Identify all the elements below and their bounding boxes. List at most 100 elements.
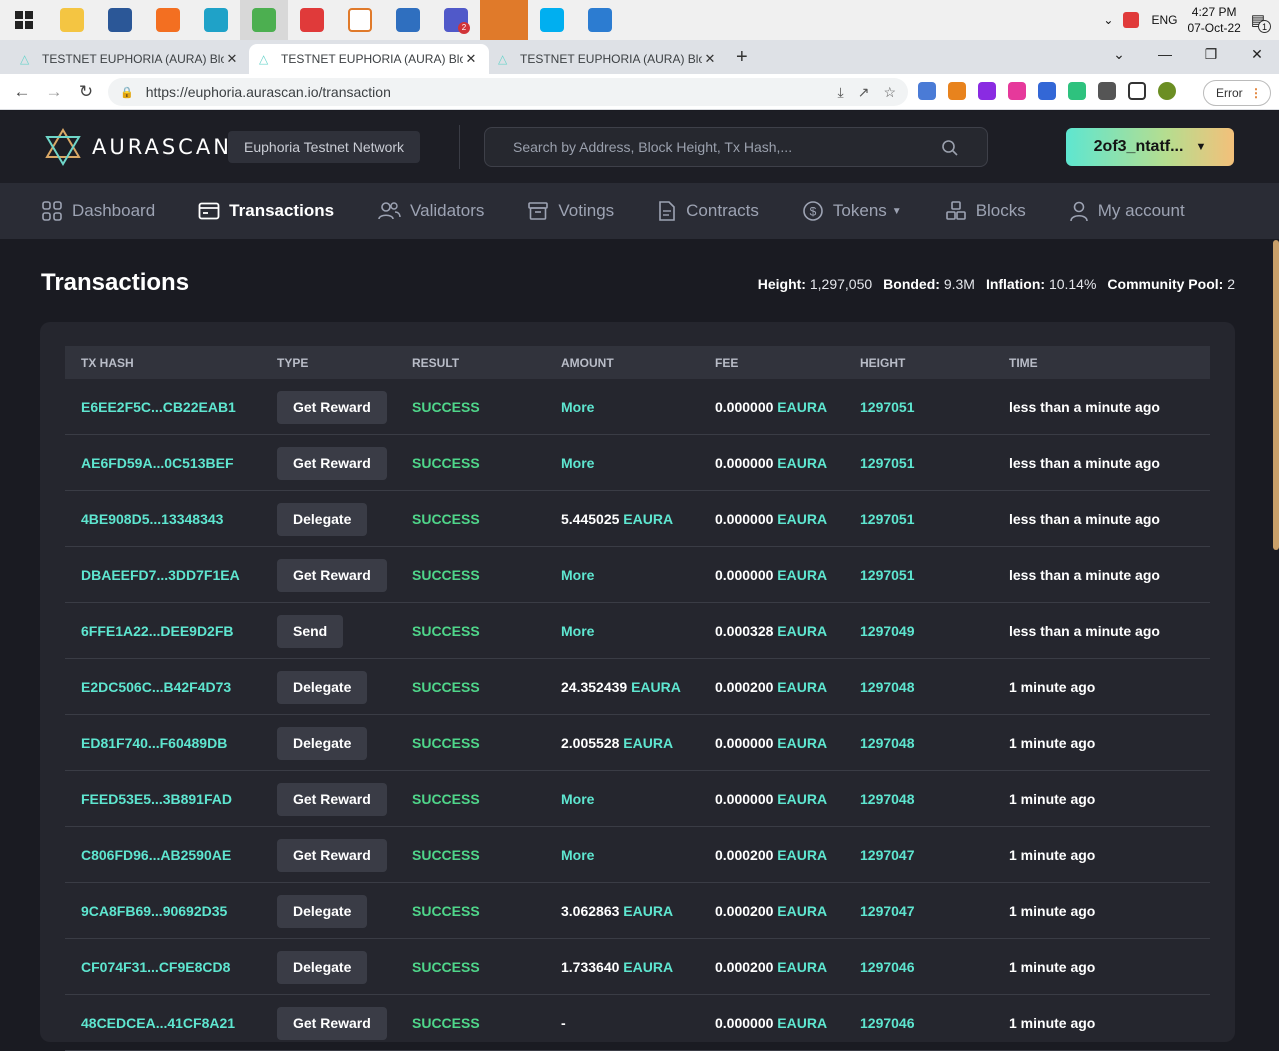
page-scrollbar[interactable] xyxy=(1273,240,1279,550)
edge-icon xyxy=(204,8,228,32)
block-height-link[interactable]: 1297051 xyxy=(860,567,915,583)
url-text[interactable]: https://euphoria.aurascan.io/transaction xyxy=(146,84,391,100)
wallet-account-button[interactable]: 2of3_ntatf... ▼ xyxy=(1066,128,1234,166)
tray-chevron-icon[interactable]: ⌄ xyxy=(1103,13,1113,27)
tx-fee: 0.000000 EAURA xyxy=(715,735,827,751)
tx-hash-link[interactable]: 9CA8FB69...90692D35 xyxy=(81,903,227,919)
taskbar-app[interactable] xyxy=(336,0,384,40)
translate-extension-icon[interactable] xyxy=(918,82,936,100)
metamask-extension-icon[interactable] xyxy=(948,82,966,100)
taskbar-app[interactable] xyxy=(384,0,432,40)
lock-icon[interactable]: 🔒 xyxy=(120,86,134,99)
taskbar-app[interactable] xyxy=(576,0,624,40)
color-extension-icon[interactable] xyxy=(1008,82,1026,100)
nav-dashboard[interactable]: Dashboard xyxy=(41,200,155,222)
reload-icon[interactable]: ↻ xyxy=(70,82,102,102)
block-height-link[interactable]: 1297051 xyxy=(860,511,915,527)
tx-result: SUCCESS xyxy=(412,679,480,695)
nav-validators[interactable]: Validators xyxy=(377,200,484,222)
table-header: TX HASH TYPE RESULT AMOUNT FEE HEIGHT TI… xyxy=(65,346,1210,379)
aurascan-logo[interactable]: AURASCAN xyxy=(44,128,232,166)
search-icon[interactable] xyxy=(941,139,959,157)
kebab-menu-icon[interactable]: ⋮ xyxy=(1250,86,1262,100)
tx-hash-link[interactable]: 6FFE1A22...DEE9D2FB xyxy=(81,623,234,639)
tx-amount[interactable]: More xyxy=(561,455,594,471)
tx-hash-link[interactable]: E2DC506C...B42F4D73 xyxy=(81,679,231,695)
tray-app-icon[interactable] xyxy=(1123,12,1140,28)
tx-amount[interactable]: More xyxy=(561,567,594,583)
clock[interactable]: 4:27 PM 07-Oct-22 xyxy=(1187,4,1240,36)
amount-value: 3.062863 xyxy=(561,903,620,919)
close-tab-icon[interactable]: ✕ xyxy=(463,51,479,67)
close-tab-icon[interactable]: ✕ xyxy=(702,51,718,67)
extension-icon[interactable] xyxy=(978,82,996,100)
taskbar-app[interactable] xyxy=(96,0,144,40)
block-height-link[interactable]: 1297048 xyxy=(860,791,915,807)
block-height-link[interactable]: 1297051 xyxy=(860,399,915,415)
new-tab-icon[interactable]: + xyxy=(736,46,748,69)
address-bar[interactable]: 🔒 https://euphoria.aurascan.io/transacti… xyxy=(108,78,908,106)
taskbar-app[interactable] xyxy=(48,0,96,40)
minimize-icon[interactable]: — xyxy=(1142,40,1188,72)
windows-start-button[interactable] xyxy=(0,0,48,40)
browser-tab[interactable]: △ TESTNET EUPHORIA (AURA) Bloc ✕ xyxy=(10,44,250,74)
extension-icon[interactable] xyxy=(1068,82,1086,100)
tx-hash-link[interactable]: C806FD96...AB2590AE xyxy=(81,847,231,863)
nav-blocks[interactable]: Blocks xyxy=(945,200,1026,222)
tx-hash-link[interactable]: DBAEEFD7...3DD7F1EA xyxy=(81,567,240,583)
tx-hash-link[interactable]: FEED53E5...3B891FAD xyxy=(81,791,232,807)
nav-contracts[interactable]: Contracts xyxy=(657,200,759,222)
restore-icon[interactable]: ❐ xyxy=(1188,40,1234,72)
taskbar-app[interactable] xyxy=(240,0,288,40)
tx-hash-link[interactable]: CF074F31...CF9E8CD8 xyxy=(81,959,230,975)
back-icon[interactable]: ← xyxy=(6,82,38,102)
close-window-icon[interactable]: ✕ xyxy=(1234,40,1279,72)
search-bar[interactable] xyxy=(484,127,988,167)
search-input[interactable] xyxy=(513,139,933,155)
tx-hash-link[interactable]: 4BE908D5...13348343 xyxy=(81,511,223,527)
profile-error-button[interactable]: Error ⋮ xyxy=(1203,80,1271,106)
share-icon[interactable]: ↗ xyxy=(858,84,870,101)
taskbar-app[interactable] xyxy=(144,0,192,40)
block-height-link[interactable]: 1297046 xyxy=(860,959,915,975)
nav-tokens[interactable]: $ Tokens ▼ xyxy=(802,200,902,222)
block-height-link[interactable]: 1297046 xyxy=(860,1015,915,1031)
tx-amount[interactable]: More xyxy=(561,791,594,807)
taskbar-app[interactable] xyxy=(288,0,336,40)
browser-tab[interactable]: △ TESTNET EUPHORIA (AURA) Bloc ✕ xyxy=(488,44,728,74)
tx-hash-link[interactable]: E6EE2F5C...CB22EAB1 xyxy=(81,399,236,415)
table-row: 48CEDCEA...41CF8A21 Get Reward SUCCESS - 0.0… xyxy=(65,995,1210,1051)
tx-hash-link[interactable]: 48CEDCEA...41CF8A21 xyxy=(81,1015,235,1031)
nav-votings[interactable]: Votings xyxy=(527,200,614,222)
tx-amount[interactable]: More xyxy=(561,623,594,639)
block-height-link[interactable]: 1297047 xyxy=(860,903,915,919)
close-tab-icon[interactable]: ✕ xyxy=(224,51,240,67)
bookmark-star-icon[interactable]: ☆ xyxy=(883,84,896,101)
block-height-link[interactable]: 1297049 xyxy=(860,623,915,639)
tx-amount[interactable]: More xyxy=(561,847,594,863)
nav-my-account[interactable]: My account xyxy=(1069,200,1185,222)
language-indicator[interactable]: ENG xyxy=(1151,13,1177,27)
nav-transactions[interactable]: Transactions xyxy=(198,200,334,222)
tx-hash-link[interactable]: ED81F740...F60489DB xyxy=(81,735,227,751)
taskbar-app[interactable] xyxy=(528,0,576,40)
browser-tab-active[interactable]: △ TESTNET EUPHORIA (AURA) Bloc ✕ xyxy=(249,44,489,74)
keplr-extension-icon[interactable] xyxy=(1038,82,1056,100)
tab-search-icon[interactable]: ⌄ xyxy=(1096,40,1142,72)
block-height-link[interactable]: 1297048 xyxy=(860,735,915,751)
block-height-link[interactable]: 1297047 xyxy=(860,847,915,863)
forward-icon[interactable]: → xyxy=(38,82,70,102)
taskbar-app[interactable] xyxy=(192,0,240,40)
profile-avatar[interactable] xyxy=(1158,82,1176,100)
tx-amount[interactable]: More xyxy=(561,399,594,415)
taskbar-app[interactable] xyxy=(480,0,528,40)
install-icon[interactable]: ⤓ xyxy=(838,84,844,101)
tx-result: SUCCESS xyxy=(412,791,480,807)
taskbar-app[interactable]: 2 xyxy=(432,0,480,40)
block-height-link[interactable]: 1297051 xyxy=(860,455,915,471)
puzzle-extensions-icon[interactable] xyxy=(1098,82,1116,100)
tx-hash-link[interactable]: AE6FD59A...0C513BEF xyxy=(81,455,234,471)
block-height-link[interactable]: 1297048 xyxy=(860,679,915,695)
side-panel-icon[interactable] xyxy=(1128,82,1146,100)
notification-icon[interactable]: ▤ 1 xyxy=(1251,11,1271,33)
